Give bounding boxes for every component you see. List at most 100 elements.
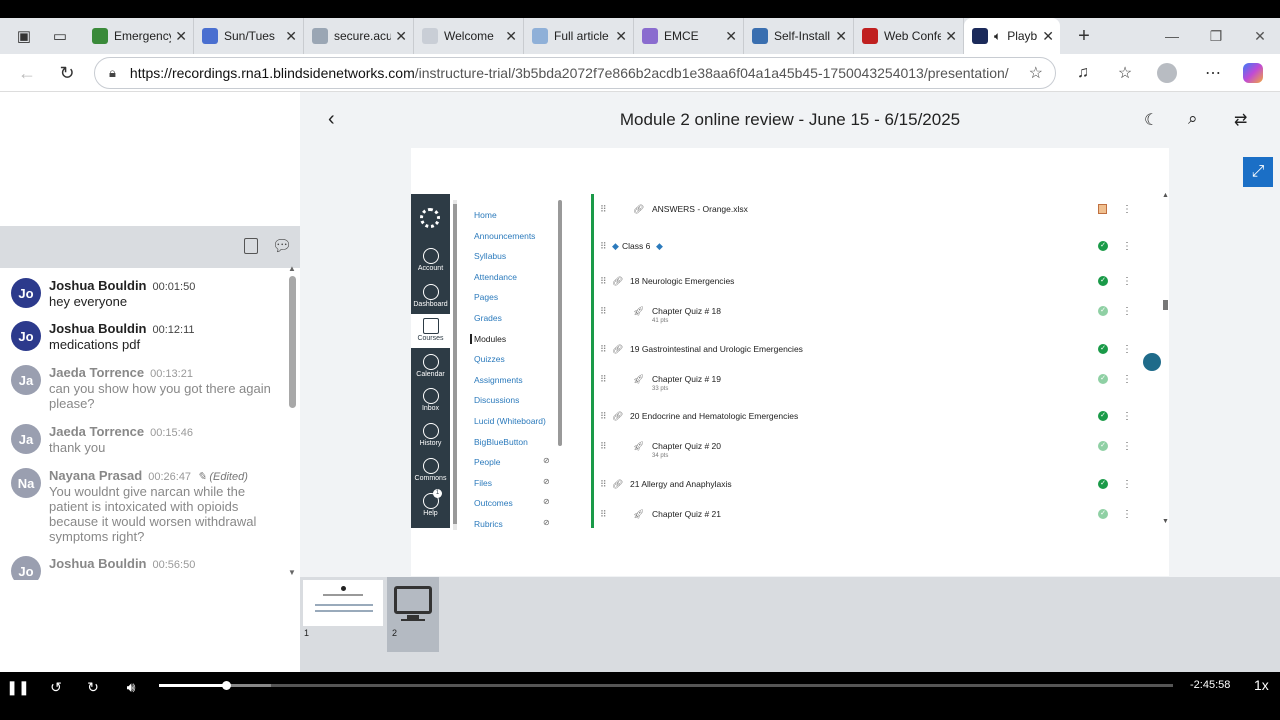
canvas-nav-label: Account xyxy=(417,265,444,272)
read-aloud-icon[interactable]: ♫ xyxy=(1068,58,1098,88)
drag-handle-icon: ⠿ xyxy=(600,509,607,519)
browser-tab[interactable]: Sun/Tues ✕ xyxy=(194,18,304,54)
reload-button[interactable]: ↻ xyxy=(52,58,82,88)
swap-layout-icon[interactable]: ⇄ xyxy=(1234,110,1247,130)
new-tab-button[interactable]: + xyxy=(1072,25,1096,48)
chat-time: 00:15:46 xyxy=(150,427,193,439)
quiz-rocket-icon: 🚀︎ xyxy=(633,306,645,316)
restore-button[interactable]: ❐ xyxy=(1194,18,1238,54)
published-check-icon: ✓ xyxy=(1098,441,1108,451)
side-tray-icon xyxy=(1143,353,1161,371)
published-check-icon: ✓ xyxy=(1098,306,1108,316)
tab-close-icon[interactable]: ✕ xyxy=(1042,28,1054,45)
tab-close-icon[interactable]: ✕ xyxy=(505,28,517,45)
browser-tab[interactable]: Welcome ✕ xyxy=(414,18,524,54)
progress-knob[interactable] xyxy=(221,681,231,690)
tab-close-icon[interactable]: ✕ xyxy=(175,28,187,45)
browser-tab[interactable]: secure.acu ✕ xyxy=(304,18,414,54)
tab-close-icon[interactable]: ✕ xyxy=(615,28,627,45)
hidden-eye-icon: ⊘ xyxy=(543,518,550,527)
published-check-icon: ✓ xyxy=(1098,509,1108,519)
tab-favicon-icon xyxy=(422,28,438,44)
kebab-menu-icon: ⋮ xyxy=(1122,509,1132,520)
copilot-icon[interactable] xyxy=(1238,58,1268,88)
course-menu-item: People xyxy=(474,457,501,468)
published-check-icon: ✓ xyxy=(1098,411,1108,421)
hidden-eye-icon: ⊘ xyxy=(543,456,550,466)
profile-avatar[interactable] xyxy=(1152,58,1182,88)
thumbnail-1[interactable] xyxy=(303,580,383,626)
browser-tab[interactable]: Full article ✕ xyxy=(524,18,634,54)
course-menu-item: Grades xyxy=(474,313,502,323)
avatar: Ja xyxy=(11,424,41,454)
tab-favicon-icon xyxy=(752,28,768,44)
browser-tab-bar: ▣ ▭ Emergency ✕ Sun/Tues ✕ secure.acu ✕ Welcom… xyxy=(0,18,1280,54)
course-menu-item: Rubrics xyxy=(474,519,503,529)
favorite-star-icon[interactable]: ☆ xyxy=(1029,63,1043,83)
volume-icon[interactable]: 🔊︎ xyxy=(121,677,141,697)
favorites-icon[interactable]: ☆ xyxy=(1110,58,1140,88)
tab-close-icon[interactable]: ✕ xyxy=(285,28,297,45)
canvas-nav-label: Calendar xyxy=(416,371,445,378)
canvas-nav-label: Commons xyxy=(414,475,447,482)
published-check-icon: ✓ xyxy=(1098,479,1108,489)
canvas-nav-inbox: Inbox xyxy=(411,384,450,418)
kebab-menu-icon: ⋮ xyxy=(1122,204,1132,215)
link-icon: 🔗︎ xyxy=(612,276,624,286)
tab-actions-icon[interactable]: ▭ xyxy=(46,22,74,50)
hidden-eye-icon: ⊘ xyxy=(543,497,550,507)
link-icon: 🔗︎ xyxy=(633,204,645,214)
modules-scrollbar: ▲ xyxy=(1162,192,1169,199)
browser-tab[interactable]: Emergency ✕ xyxy=(84,18,194,54)
tab-close-icon[interactable]: ✕ xyxy=(395,28,407,45)
pause-button[interactable]: ❚❚ xyxy=(6,677,29,697)
chat-username: Joshua Bouldin 00:56:50 xyxy=(49,556,196,571)
course-menu-item: Quizzes xyxy=(474,354,505,365)
inbox-icon xyxy=(422,388,439,404)
course-menu-item: Lucid (Whiteboard) xyxy=(474,416,546,426)
close-window-button[interactable]: ✕ xyxy=(1238,18,1280,54)
canvas-nav-commons: Commons xyxy=(411,454,450,488)
more-menu-icon[interactable]: ⋯ xyxy=(1198,58,1228,88)
tab-title: EMCE xyxy=(664,29,699,43)
kebab-menu-icon: ⋮ xyxy=(1122,441,1132,452)
drag-handle-icon: ⠿ xyxy=(600,374,607,384)
browser-tab[interactable]: 🔈︎ Playb ✕ xyxy=(964,18,1060,54)
chat-scrollbar[interactable]: ▲ ▼ xyxy=(288,264,296,580)
browser-tab[interactable]: EMCE ✕ xyxy=(634,18,744,54)
search-icon[interactable]: ⌕ xyxy=(1188,109,1198,129)
module-item-title: Chapter Quiz # 21 xyxy=(652,509,721,519)
back-button[interactable]: ← xyxy=(12,58,42,88)
tab-close-icon[interactable]: ✕ xyxy=(945,28,957,45)
drag-handle-icon: ⠿ xyxy=(600,306,607,316)
tab-favicon-icon xyxy=(972,28,988,44)
address-bar: ← ↻ 🔒︎ https://recordings.rna1.blindside… xyxy=(0,54,1280,92)
workspaces-icon[interactable]: ▣ xyxy=(10,22,38,50)
browser-tab[interactable]: Web Confe ✕ xyxy=(854,18,964,54)
thumbnail-2[interactable] xyxy=(387,577,439,652)
canvas-nav-dashboard: Dashboard xyxy=(411,280,450,314)
help-badge: 1 xyxy=(433,489,442,498)
forward-button[interactable]: ↻ xyxy=(83,677,103,697)
browser-tab[interactable]: Self-Install ✕ xyxy=(744,18,854,54)
screen-share-icon xyxy=(394,586,432,614)
tab-title: Playb xyxy=(1007,29,1038,43)
modules-list: ⠿ 🔗︎ ANSWERS - Orange.xlsx ⋮ ⠿ ◆ Class 6 ◆ ✓ ⋮ ⠿ 🔗︎… xyxy=(591,194,1136,528)
tab-title: Emergency xyxy=(114,29,172,43)
points-label: 41 pts xyxy=(652,318,669,324)
dark-mode-icon[interactable]: ☾ xyxy=(1144,110,1158,130)
copy-chat-icon[interactable] xyxy=(244,238,258,254)
speed-button[interactable]: 1x xyxy=(1254,677,1269,693)
tab-close-icon[interactable]: ✕ xyxy=(835,28,847,45)
chat-bubbles-icon[interactable]: 💬︎ xyxy=(272,236,292,256)
progress-track[interactable] xyxy=(159,681,1173,690)
minimize-button[interactable]: — xyxy=(1150,18,1194,54)
fullscreen-button[interactable]: ⤢ xyxy=(1243,157,1273,187)
rewind-button[interactable]: ↺ xyxy=(46,677,66,697)
thumbnail-1-label: 1 xyxy=(304,628,310,638)
hidden-eye-icon: ⊘ xyxy=(543,476,550,486)
tab-close-icon[interactable]: ✕ xyxy=(725,28,737,45)
url-field[interactable]: 🔒︎ https://recordings.rna1.blindsidenetw… xyxy=(94,57,1056,89)
tab-audio-icon[interactable]: 🔈︎ xyxy=(994,29,1001,44)
course-menu-item: Pages xyxy=(474,292,499,303)
